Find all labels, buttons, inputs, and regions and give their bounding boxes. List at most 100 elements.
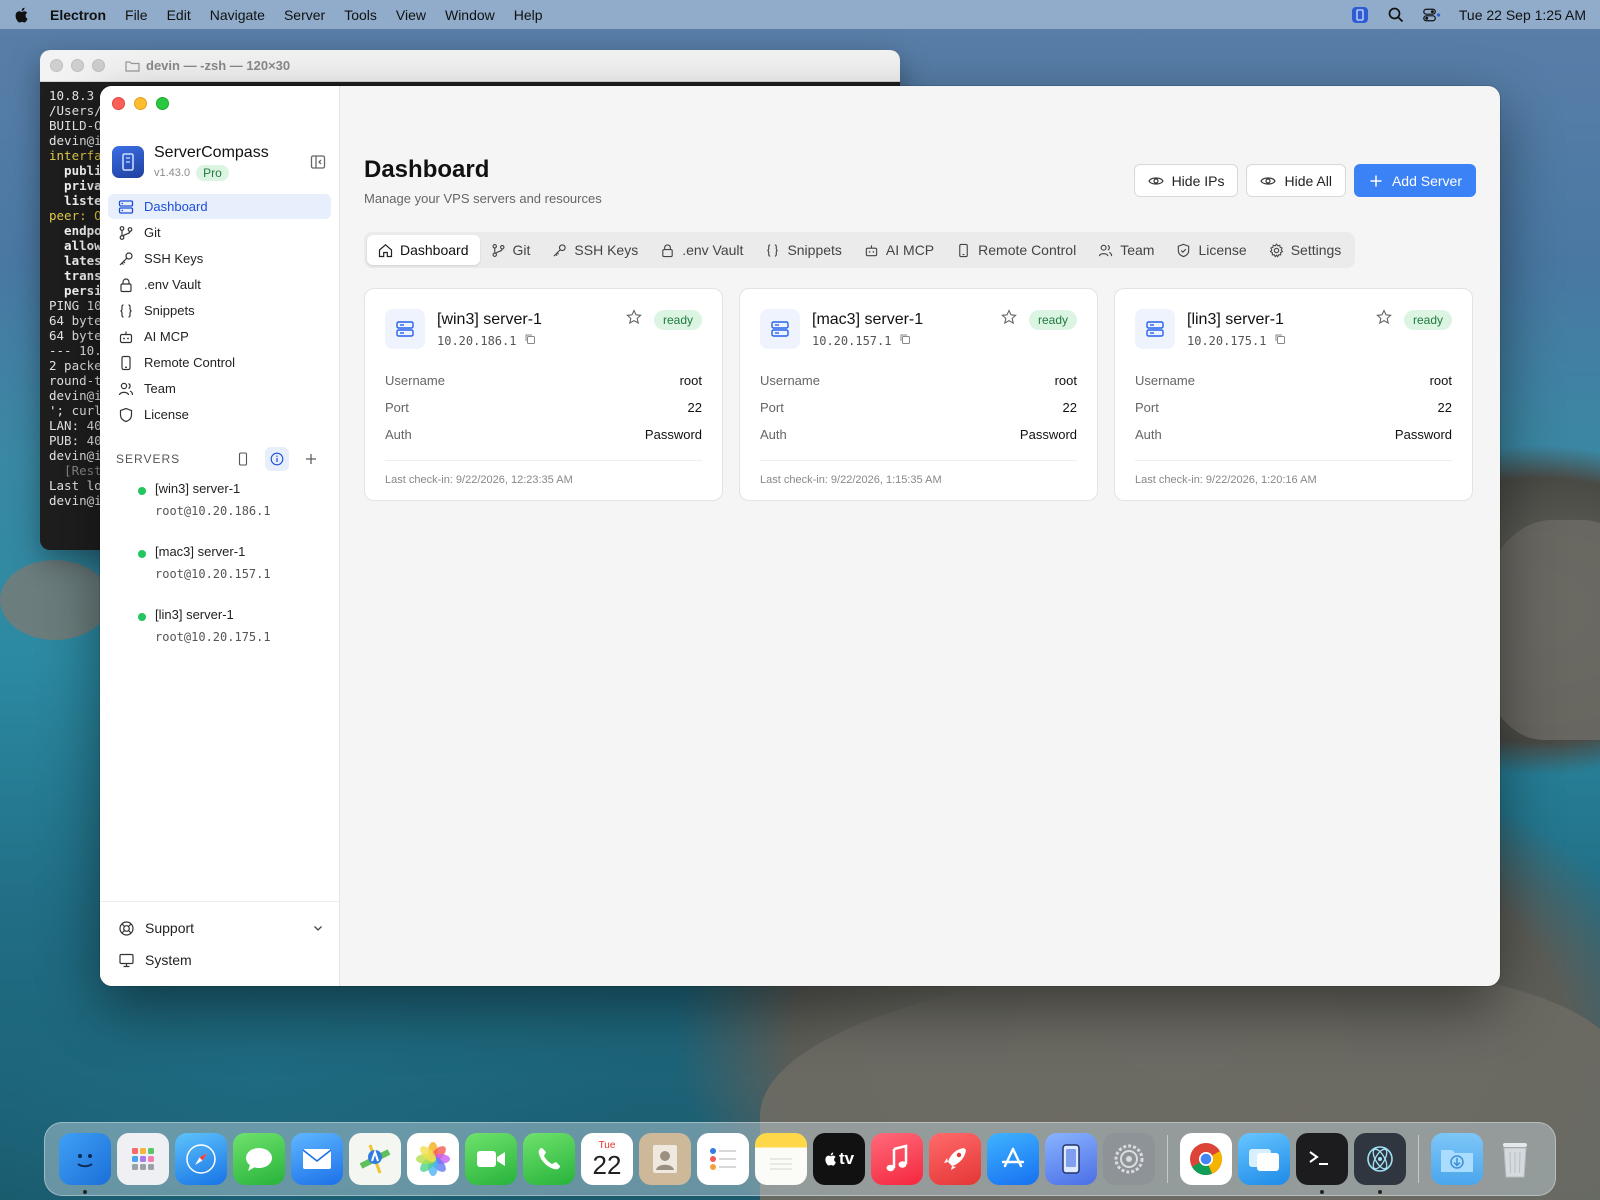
servercompass-tray-icon[interactable] (1351, 6, 1369, 24)
tab-settings[interactable]: Settings (1258, 235, 1353, 265)
support-label: Support (145, 920, 195, 936)
dock: Tue 22 tv (44, 1122, 1556, 1196)
phone-icon[interactable] (523, 1133, 575, 1185)
apple-tv-icon[interactable]: tv (813, 1133, 865, 1185)
server-card-title[interactable]: [mac3] server-1 (812, 311, 923, 329)
server-card[interactable]: [mac3] server-1 10.20.157.1 ready Userna… (739, 288, 1098, 501)
server-list-item[interactable]: [win3] server-1 root@10.20.186.1 (100, 480, 339, 543)
port-value: 22 (1062, 400, 1077, 415)
server-list-item[interactable]: [lin3] server-1 root@10.20.175.1 (100, 606, 339, 669)
safari-icon[interactable] (175, 1133, 227, 1185)
menu-app-name[interactable]: Electron (50, 7, 106, 23)
auth-value: Password (1019, 427, 1077, 442)
servers-mobile-view-button[interactable] (231, 447, 255, 471)
server-list-item[interactable]: [mac3] server-1 root@10.20.157.1 (100, 543, 339, 606)
tab-ssh-keys[interactable]: SSH Keys (541, 235, 649, 265)
sidebar-item-ai-mcp[interactable]: AI MCP (108, 324, 331, 349)
music-icon[interactable] (871, 1133, 923, 1185)
terminal-app-icon[interactable] (1296, 1133, 1348, 1194)
server-card-title[interactable]: [win3] server-1 (437, 311, 542, 329)
tab-env-vault[interactable]: .env Vault (649, 235, 754, 265)
menu-view[interactable]: View (396, 7, 426, 23)
maps-icon[interactable] (349, 1133, 401, 1185)
terminal-minimize-button[interactable] (71, 59, 84, 72)
server-card[interactable]: [win3] server-1 10.20.186.1 ready Userna… (364, 288, 723, 501)
add-server-button[interactable]: Add Server (1353, 164, 1476, 197)
window-close-button[interactable] (112, 97, 125, 110)
tab-dashboard[interactable]: Dashboard (367, 235, 480, 265)
control-center-icon[interactable] (1423, 6, 1441, 24)
sidebar-item-git[interactable]: Git (108, 220, 331, 245)
sidebar-item-ssh-keys[interactable]: SSH Keys (108, 246, 331, 271)
servers-info-button[interactable] (265, 447, 289, 471)
downloads-folder-icon[interactable] (1431, 1133, 1483, 1185)
notes-icon[interactable] (755, 1133, 807, 1185)
menu-server[interactable]: Server (284, 7, 325, 23)
sidebar-item-label: .env Vault (144, 277, 201, 292)
reminders-icon[interactable] (697, 1133, 749, 1185)
files-app-icon[interactable] (1238, 1133, 1290, 1185)
apple-icon[interactable] (14, 6, 30, 24)
sidebar-item-dashboard[interactable]: Dashboard (108, 194, 331, 219)
menu-navigate[interactable]: Navigate (210, 7, 265, 23)
star-icon[interactable] (626, 309, 642, 330)
add-server-sidebar-button[interactable] (299, 447, 323, 471)
calendar-icon[interactable]: Tue 22 (581, 1133, 633, 1185)
support-menu[interactable]: Support (108, 912, 331, 944)
system-menu[interactable]: System (108, 944, 331, 976)
sidebar-collapse-icon[interactable] (309, 153, 327, 171)
menu-clock[interactable]: Tue 22 Sep 1:25 AM (1459, 7, 1586, 23)
window-zoom-button[interactable] (156, 97, 169, 110)
iphone-mirroring-icon[interactable] (1045, 1133, 1097, 1185)
mail-icon[interactable] (291, 1133, 343, 1185)
sidebar-item-remote-control[interactable]: Remote Control (108, 350, 331, 375)
chevron-down-icon[interactable] (311, 921, 325, 935)
tab-snippets[interactable]: Snippets (754, 235, 852, 265)
star-icon[interactable] (1001, 309, 1017, 330)
servercompass-window[interactable]: ServerCompass v1.43.0 Pro Dashboard Git (100, 86, 1500, 986)
tab-ai-mcp[interactable]: AI MCP (853, 235, 945, 265)
server-cards: [win3] server-1 10.20.186.1 ready Userna… (364, 288, 1476, 501)
photos-icon[interactable] (407, 1133, 459, 1185)
copy-icon[interactable] (899, 333, 911, 348)
messages-icon[interactable] (233, 1133, 285, 1185)
chrome-icon[interactable] (1180, 1133, 1232, 1185)
facetime-icon[interactable] (465, 1133, 517, 1185)
sidebar-item-license[interactable]: License (108, 402, 331, 427)
hide-ips-button[interactable]: Hide IPs (1133, 164, 1239, 197)
tab-git[interactable]: Git (480, 235, 542, 265)
sidebar-item-snippets[interactable]: Snippets (108, 298, 331, 323)
menu-tools[interactable]: Tools (344, 7, 377, 23)
launchpad-icon[interactable] (117, 1133, 169, 1185)
finder-icon[interactable] (59, 1133, 111, 1194)
terminal-close-button[interactable] (50, 59, 63, 72)
menu-edit[interactable]: Edit (167, 7, 191, 23)
rocket-typist-icon[interactable] (929, 1133, 981, 1185)
sidebar-item-env-vault[interactable]: .env Vault (108, 272, 331, 297)
electron-app-icon[interactable] (1354, 1133, 1406, 1194)
menu-window[interactable]: Window (445, 7, 495, 23)
star-icon[interactable] (1376, 309, 1392, 330)
server-card-title[interactable]: [lin3] server-1 (1187, 311, 1286, 329)
auth-value: Password (1394, 427, 1452, 442)
tab-remote-control[interactable]: Remote Control (945, 235, 1087, 265)
window-minimize-button[interactable] (134, 97, 147, 110)
tab-team[interactable]: Team (1087, 235, 1165, 265)
menu-help[interactable]: Help (514, 7, 543, 23)
copy-icon[interactable] (1274, 333, 1286, 348)
server-card[interactable]: [lin3] server-1 10.20.175.1 ready Userna… (1114, 288, 1473, 501)
app-store-icon[interactable] (987, 1133, 1039, 1185)
hide-all-button[interactable]: Hide All (1246, 164, 1346, 197)
copy-icon[interactable] (524, 333, 536, 348)
tab-license[interactable]: License (1165, 235, 1257, 265)
username-value: root (679, 373, 702, 388)
menu-file[interactable]: File (125, 7, 148, 23)
contacts-icon[interactable] (639, 1133, 691, 1185)
terminal-zoom-button[interactable] (92, 59, 105, 72)
sidebar-item-team[interactable]: Team (108, 376, 331, 401)
trash-icon[interactable] (1489, 1133, 1541, 1185)
spotlight-search-icon[interactable] (1387, 6, 1405, 24)
system-settings-icon[interactable] (1103, 1133, 1155, 1185)
git-branch-icon (118, 225, 134, 241)
terminal-titlebar[interactable]: devin — -zsh — 120×30 (40, 50, 900, 82)
